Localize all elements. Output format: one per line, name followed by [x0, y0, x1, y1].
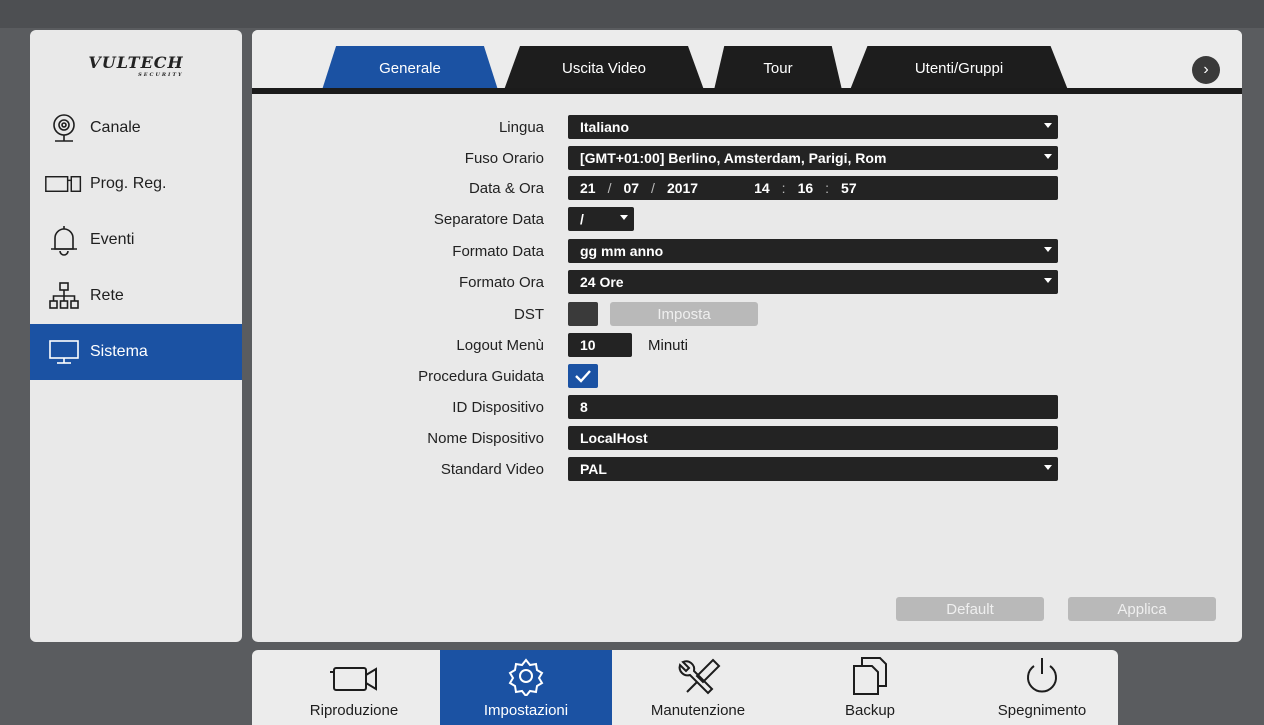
- date-year[interactable]: 2017: [667, 180, 698, 196]
- gear-icon: [508, 658, 544, 696]
- field-label: Formato Data: [452, 242, 544, 260]
- brand-logo: VULTECH SECURITY: [88, 52, 184, 78]
- sidebar-item-label: Rete: [90, 287, 124, 304]
- time-hour[interactable]: 14: [754, 180, 770, 196]
- sidebar-item-rete[interactable]: Rete: [30, 268, 242, 324]
- monitor-icon: [44, 335, 84, 369]
- field-label: Data & Ora: [468, 179, 544, 197]
- bell-icon: [44, 223, 84, 257]
- standard-video-select[interactable]: PAL: [568, 457, 1058, 481]
- field-label: Standard Video: [440, 460, 544, 478]
- field-label: Logout Menù: [456, 336, 544, 354]
- separatore-select[interactable]: /: [568, 207, 634, 231]
- logout-unit: Minuti: [648, 336, 689, 354]
- formato-ora-value: 24 Ore: [580, 274, 624, 290]
- dock-impostazioni[interactable]: Impostazioni: [440, 650, 612, 725]
- sidebar-item-sistema[interactable]: Sistema: [30, 324, 242, 380]
- dock-label: Backup: [844, 702, 896, 719]
- field-label: Separatore Data: [433, 210, 544, 228]
- bottom-dock: Riproduzione Impostazioni Manutenzione B…: [252, 650, 1118, 725]
- chevron-down-icon: [1044, 154, 1052, 159]
- formato-data-select[interactable]: gg mm anno: [568, 239, 1058, 263]
- time-separator: :: [781, 180, 786, 196]
- dock-manutenzione[interactable]: Manutenzione: [612, 650, 784, 725]
- network-icon: [44, 279, 84, 313]
- tab-next-arrow-icon[interactable]: ›: [1192, 56, 1220, 84]
- lingua-value: Italiano: [580, 119, 630, 135]
- dock-riproduzione[interactable]: Riproduzione: [268, 650, 440, 725]
- dock-label: Manutenzione: [650, 702, 746, 719]
- data-ora-field[interactable]: 21 / 07 / 2017 14: 16: 57: [568, 176, 1058, 200]
- formato-ora-select[interactable]: 24 Ore: [568, 270, 1058, 294]
- date-separator: /: [607, 180, 612, 196]
- field-label: Procedura Guidata: [418, 367, 544, 385]
- chevron-down-icon: [1044, 278, 1052, 283]
- lingua-select[interactable]: Italiano: [568, 115, 1058, 139]
- fuso-orario-select[interactable]: [GMT+01:00] Berlino, Amsterdam, Parigi, …: [568, 146, 1058, 170]
- nome-dispositivo-input[interactable]: LocalHost: [568, 426, 1058, 450]
- standard-video-value: PAL: [580, 461, 607, 477]
- date-day[interactable]: 21: [580, 180, 596, 196]
- id-dispositivo-input[interactable]: 8: [568, 395, 1058, 419]
- default-button[interactable]: Default: [896, 597, 1044, 621]
- dst-checkbox[interactable]: [568, 302, 598, 326]
- tab-generale[interactable]: Generale: [322, 46, 498, 90]
- dock-backup[interactable]: Backup: [784, 650, 956, 725]
- tab-underline: [252, 88, 1242, 94]
- date-month[interactable]: 07: [623, 180, 639, 196]
- time-minute[interactable]: 16: [798, 180, 814, 196]
- tools-icon: [678, 658, 721, 695]
- dock-label: Riproduzione: [309, 702, 399, 719]
- apply-button[interactable]: Applica: [1068, 597, 1216, 621]
- sidebar-item-label: Canale: [90, 119, 141, 136]
- settings-panel: Generale Uscita Video Tour Utenti/Gruppi…: [252, 30, 1242, 642]
- sidebar-item-label: Eventi: [90, 231, 135, 248]
- dock-label: Spegnimento: [997, 702, 1087, 719]
- dock-label: Impostazioni: [483, 702, 569, 719]
- date-separator: /: [651, 180, 655, 196]
- tab-tour[interactable]: Tour: [714, 46, 842, 90]
- power-icon: [1027, 658, 1057, 693]
- chevron-down-icon: [620, 215, 628, 220]
- field-label: DST: [514, 305, 544, 323]
- chevron-down-icon: [1044, 123, 1052, 128]
- separatore-value: /: [580, 211, 584, 227]
- sidebar-item-canale[interactable]: Canale: [30, 100, 242, 156]
- chevron-down-icon: [1044, 247, 1052, 252]
- tab-utenti-gruppi[interactable]: Utenti/Gruppi: [850, 46, 1068, 90]
- sidebar-item-eventi[interactable]: Eventi: [30, 212, 242, 268]
- logout-input[interactable]: 10: [568, 333, 632, 357]
- monitor-bezel-top: [0, 0, 1264, 28]
- time-second[interactable]: 57: [841, 180, 857, 196]
- field-label: Formato Ora: [458, 273, 544, 291]
- camera-icon: [44, 111, 84, 145]
- check-icon: [575, 370, 591, 383]
- sidebar-item-label: Sistema: [90, 343, 148, 360]
- tab-bar: Generale Uscita Video Tour Utenti/Gruppi…: [252, 30, 1242, 92]
- chevron-down-icon: [1044, 465, 1052, 470]
- field-label: Nome Dispositivo: [427, 429, 544, 447]
- copy-icon: [853, 657, 887, 695]
- formato-data-value: gg mm anno: [580, 243, 664, 259]
- sidebar-item-prog-reg[interactable]: Prog. Reg.: [30, 156, 242, 212]
- field-label: Lingua: [498, 118, 544, 136]
- imposta-button[interactable]: Imposta: [610, 302, 758, 326]
- tab-uscita-video[interactable]: Uscita Video: [504, 46, 704, 90]
- sidebar-item-label: Prog. Reg.: [90, 175, 167, 192]
- field-label: ID Dispositivo: [452, 398, 544, 416]
- sidebar: VULTECH SECURITY Canale Prog. Reg. Eventi…: [30, 30, 242, 642]
- record-schedule-icon: [44, 167, 84, 201]
- fuso-orario-value: [GMT+01:00] Berlino, Amsterdam, Parigi, …: [580, 150, 887, 166]
- time-separator: :: [825, 180, 830, 196]
- field-label: Fuso Orario: [464, 149, 544, 167]
- dock-spegnimento[interactable]: Spegnimento: [956, 650, 1118, 725]
- playback-camera-icon: [330, 667, 377, 691]
- procedura-checkbox[interactable]: [568, 364, 598, 388]
